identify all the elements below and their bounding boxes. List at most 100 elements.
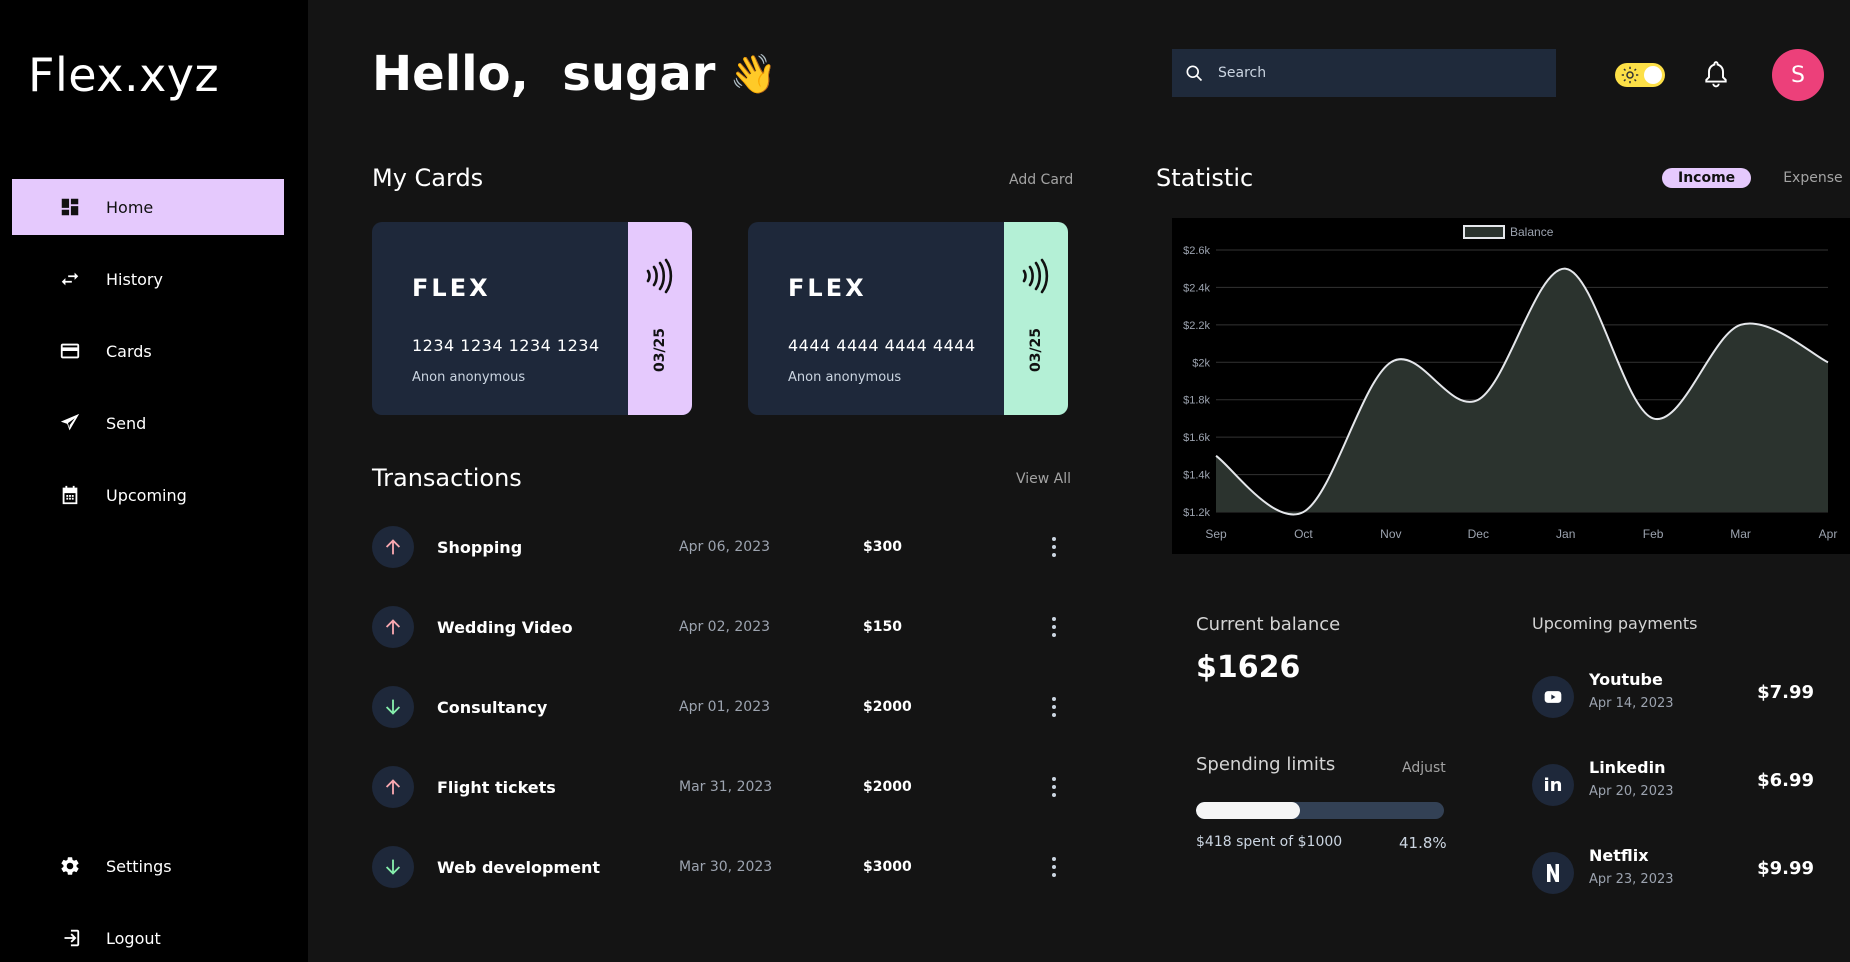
more-options-icon[interactable]	[1042, 615, 1066, 639]
card-accent-strip: 03/25	[628, 222, 692, 415]
sidebar-item-label: Upcoming	[106, 485, 187, 505]
card-number: 4444 4444 4444 4444	[788, 336, 976, 355]
spending-progress-fill	[1196, 802, 1300, 819]
payment-date: Apr 23, 2023	[1589, 872, 1674, 887]
table-row[interactable]: Wedding Video Apr 02, 2023 $150	[372, 605, 1072, 649]
contactless-icon	[1022, 258, 1049, 294]
table-row[interactable]: Consultancy Apr 01, 2023 $2000	[372, 685, 1072, 729]
arrow-up-icon	[372, 526, 414, 568]
sidebar-item-label: History	[106, 269, 163, 289]
card-holder: Anon anonymous	[412, 370, 526, 385]
avatar[interactable]: S	[1772, 49, 1824, 101]
card-expiry: 03/25	[652, 327, 668, 373]
transaction-date: Apr 02, 2023	[679, 619, 771, 635]
theme-toggle[interactable]	[1615, 63, 1665, 87]
youtube-icon	[1532, 676, 1574, 718]
sun-icon	[1621, 66, 1639, 84]
sidebar-item-label: Home	[106, 197, 154, 217]
x-tick-label: Dec	[1468, 527, 1489, 541]
balance-chart-svg: $1.2k $1.4k $1.6k $1.8k $2k $2.2k $2.4k $2.6k Se…	[1183, 225, 1838, 541]
payment-card[interactable]: FLEX 1234 1234 1234 1234 Anon anonymous …	[372, 222, 692, 415]
paper-plane-icon	[58, 411, 82, 435]
gear-icon	[58, 854, 82, 878]
list-item[interactable]: in Linkedin Apr 20, 2023 $6.99	[1532, 758, 1814, 808]
sidebar-item-home[interactable]: Home	[12, 179, 284, 235]
spending-percent-text: 41.8%	[1399, 834, 1447, 852]
table-row[interactable]: Shopping Apr 06, 2023 $300	[372, 525, 1072, 569]
sidebar: Flex.xyz Home History Cards Send Upcomin…	[0, 0, 308, 962]
list-item[interactable]: Youtube Apr 14, 2023 $7.99	[1532, 670, 1814, 720]
transaction-amount: $300	[863, 539, 902, 555]
payment-name: Youtube	[1589, 670, 1663, 689]
tab-expense[interactable]: Expense	[1783, 170, 1842, 186]
more-options-icon[interactable]	[1042, 855, 1066, 879]
payment-amount: $7.99	[1757, 682, 1814, 703]
search-bar[interactable]	[1172, 49, 1556, 97]
sidebar-item-upcoming[interactable]: Upcoming	[12, 467, 284, 523]
payment-card[interactable]: FLEX 4444 4444 4444 4444 Anon anonymous …	[748, 222, 1068, 415]
y-tick-label: $2.2k	[1183, 320, 1210, 332]
list-item[interactable]: Netflix Apr 23, 2023 $9.99	[1532, 846, 1814, 896]
adjust-link[interactable]: Adjust	[1402, 760, 1446, 776]
more-options-icon[interactable]	[1042, 775, 1066, 799]
more-options-icon[interactable]	[1042, 695, 1066, 719]
transactions-title: Transactions	[372, 464, 522, 492]
transaction-name: Shopping	[437, 537, 523, 557]
sidebar-item-cards[interactable]: Cards	[12, 323, 284, 379]
sidebar-item-settings[interactable]: Settings	[12, 838, 284, 894]
app-logo[interactable]: Flex.xyz	[28, 48, 219, 102]
greeting-text: Hello, sugar	[372, 46, 716, 102]
my-cards-title: My Cards	[372, 164, 484, 192]
card-brand: FLEX	[412, 274, 491, 302]
transaction-date: Mar 30, 2023	[679, 859, 773, 875]
sidebar-item-label: Logout	[106, 928, 161, 948]
y-tick-label: $2.6k	[1183, 245, 1210, 257]
view-all-link[interactable]: View All	[1016, 471, 1071, 487]
x-tick-label: Mar	[1730, 527, 1751, 541]
statistic-tabs: Income Expense	[1662, 168, 1843, 188]
table-row[interactable]: Web development Mar 30, 2023 $3000	[372, 845, 1072, 889]
transaction-name: Flight tickets	[437, 777, 556, 797]
arrow-up-icon	[372, 606, 414, 648]
sidebar-item-logout[interactable]: Logout	[12, 910, 284, 962]
current-balance-amount: $1626	[1196, 650, 1301, 685]
swap-arrows-icon	[58, 267, 82, 291]
dashboard-icon	[58, 195, 82, 219]
credit-card-icon	[58, 339, 82, 363]
y-tick-label: $2k	[1192, 357, 1210, 369]
tab-income[interactable]: Income	[1662, 168, 1752, 188]
sidebar-item-label: Settings	[106, 856, 172, 876]
sidebar-item-label: Send	[106, 413, 147, 433]
card-expiry: 03/25	[1028, 327, 1044, 373]
x-tick-label: Oct	[1294, 527, 1313, 541]
y-tick-label: $2.4k	[1183, 282, 1210, 294]
spending-limits-label: Spending limits	[1196, 754, 1336, 775]
linkedin-icon: in	[1532, 764, 1574, 806]
contactless-icon	[646, 258, 673, 294]
bell-icon[interactable]	[1703, 60, 1729, 88]
balance-chart: $1.2k $1.4k $1.6k $1.8k $2k $2.2k $2.4k $2.6k Se…	[1172, 218, 1850, 554]
search-input[interactable]	[1218, 65, 1538, 81]
x-tick-label: Sep	[1205, 527, 1227, 541]
waving-hand-icon: 👋	[729, 51, 777, 96]
calendar-icon	[58, 483, 82, 507]
netflix-icon	[1532, 852, 1574, 894]
upcoming-payments-title: Upcoming payments	[1532, 614, 1698, 633]
table-row[interactable]: Flight tickets Mar 31, 2023 $2000	[372, 765, 1072, 809]
more-options-icon[interactable]	[1042, 535, 1066, 559]
transaction-name: Web development	[437, 857, 601, 877]
spending-spent-text: $418 spent of $1000	[1196, 834, 1343, 850]
x-tick-label: Apr	[1819, 527, 1838, 541]
y-tick-label: $1.2k	[1183, 507, 1210, 519]
arrow-down-icon	[372, 686, 414, 728]
transaction-amount: $3000	[863, 859, 912, 875]
payment-amount: $9.99	[1757, 858, 1814, 879]
card-holder: Anon anonymous	[788, 370, 902, 385]
x-tick-label: Jan	[1556, 527, 1575, 541]
add-card-link[interactable]: Add Card	[1009, 172, 1073, 188]
y-tick-label: $1.8k	[1183, 395, 1210, 407]
sidebar-item-history[interactable]: History	[12, 251, 284, 307]
sidebar-item-send[interactable]: Send	[12, 395, 284, 451]
search-icon	[1186, 65, 1203, 82]
statistic-title: Statistic	[1156, 164, 1254, 192]
